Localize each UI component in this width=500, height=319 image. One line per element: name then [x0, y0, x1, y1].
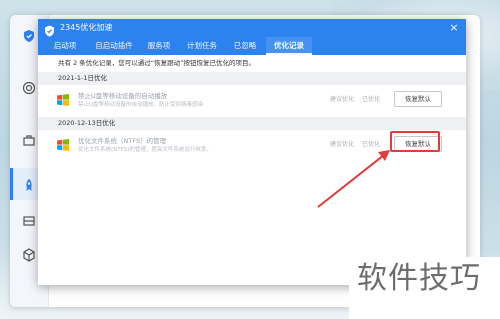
watermark-text: 软件技巧	[357, 261, 481, 296]
